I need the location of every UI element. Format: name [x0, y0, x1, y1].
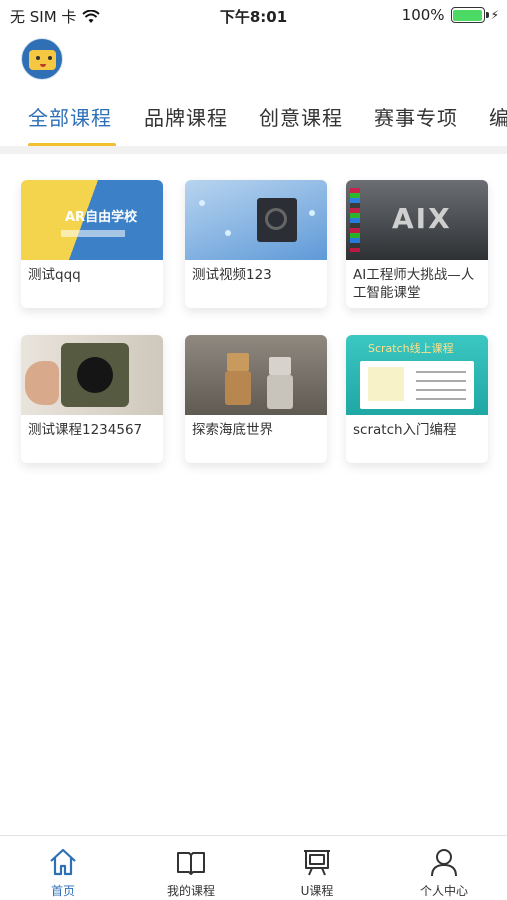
tab-competition[interactable]: 赛事专项 — [374, 102, 458, 131]
course-thumbnail: Scratch线上课程 — [346, 335, 488, 415]
book-icon — [177, 852, 205, 875]
nav-my-courses[interactable]: 我的课程 — [146, 846, 236, 899]
thumbnail-bar — [61, 230, 125, 237]
thumbnail-node — [199, 200, 205, 206]
thumbnail-panel — [368, 367, 404, 401]
course-card[interactable]: AIX AI工程师大挑战—人工智能课堂 — [346, 180, 488, 308]
nav-u-courses[interactable]: U课程 — [272, 846, 362, 899]
course-thumbnail — [21, 335, 163, 415]
status-bar: 无 SIM 卡 下午8:01 100% ⚡ — [0, 0, 507, 30]
course-title: 测试课程1234567 — [28, 422, 143, 438]
course-card[interactable]: 测试课程1234567 — [21, 335, 163, 463]
course-card[interactable]: Scratch线上课程 scratch入门编程 — [346, 335, 488, 463]
course-title: 测试视频123 — [192, 267, 272, 283]
course-title: 探索海底世界 — [192, 422, 273, 438]
thumbnail-robot — [225, 371, 251, 405]
course-thumbnail — [185, 180, 327, 260]
presentation-board-icon — [304, 850, 330, 876]
battery-icon — [450, 7, 489, 23]
nav-profile[interactable]: 个人中心 — [399, 846, 489, 899]
thumbnail-lines — [416, 371, 466, 401]
thumbnail-text: AR自由学校 — [65, 210, 138, 225]
course-title: AI工程师大挑战—人工智能课堂 — [353, 267, 475, 301]
battery-percent: 100% — [401, 6, 445, 24]
charging-icon: ⚡ — [490, 8, 499, 22]
status-right: 100% ⚡ — [402, 6, 499, 24]
course-title: scratch入门编程 — [353, 422, 457, 438]
home-icon — [50, 848, 76, 876]
section-divider — [0, 146, 507, 154]
thumbnail-hand — [25, 361, 59, 405]
thumbnail-desktop-icons — [350, 188, 360, 252]
avatar-eye-left — [36, 56, 40, 60]
thumbnail-text: Scratch线上课程 — [368, 342, 454, 355]
course-thumbnail: AIX — [346, 180, 488, 260]
tab-brand-courses[interactable]: 品牌课程 — [144, 102, 228, 131]
course-thumbnail — [185, 335, 327, 415]
course-card[interactable]: 探索海底世界 — [185, 335, 327, 463]
course-title: 测试qqq — [28, 267, 81, 283]
thumbnail-hole — [77, 357, 113, 393]
thumbnail-node — [225, 230, 231, 236]
nav-home[interactable]: 首页 — [18, 846, 108, 899]
course-card[interactable]: 测试视频123 — [185, 180, 327, 308]
tab-creative-courses[interactable]: 创意课程 — [259, 102, 343, 131]
course-card[interactable]: AR自由学校 测试qqq — [21, 180, 163, 308]
nav-home-label: 首页 — [50, 884, 75, 898]
thumbnail-text: AIX — [392, 202, 452, 235]
avatar[interactable] — [21, 38, 63, 80]
thumbnail-robot — [267, 375, 293, 409]
course-thumbnail: AR自由学校 — [21, 180, 163, 260]
person-icon — [431, 849, 457, 877]
thumbnail-node — [309, 210, 315, 216]
thumbnail-robot-head — [227, 353, 249, 371]
tab-all-courses[interactable]: 全部课程 — [28, 102, 112, 131]
bottom-tab-bar: 首页 我的课程 U课程 个人中心 — [0, 835, 507, 900]
nav-profile-label: 个人中心 — [419, 884, 468, 898]
avatar-face — [29, 50, 56, 70]
category-tabs: 全部课程 品牌课程 创意课程 赛事专项 编 — [0, 96, 507, 146]
nav-u-courses-label: U课程 — [300, 884, 334, 898]
nav-my-courses-label: 我的课程 — [166, 884, 215, 898]
tab-programming[interactable]: 编 — [489, 102, 507, 131]
thumbnail-fan — [265, 208, 287, 230]
avatar-eye-right — [48, 56, 52, 60]
thumbnail-robot-head — [269, 357, 291, 375]
